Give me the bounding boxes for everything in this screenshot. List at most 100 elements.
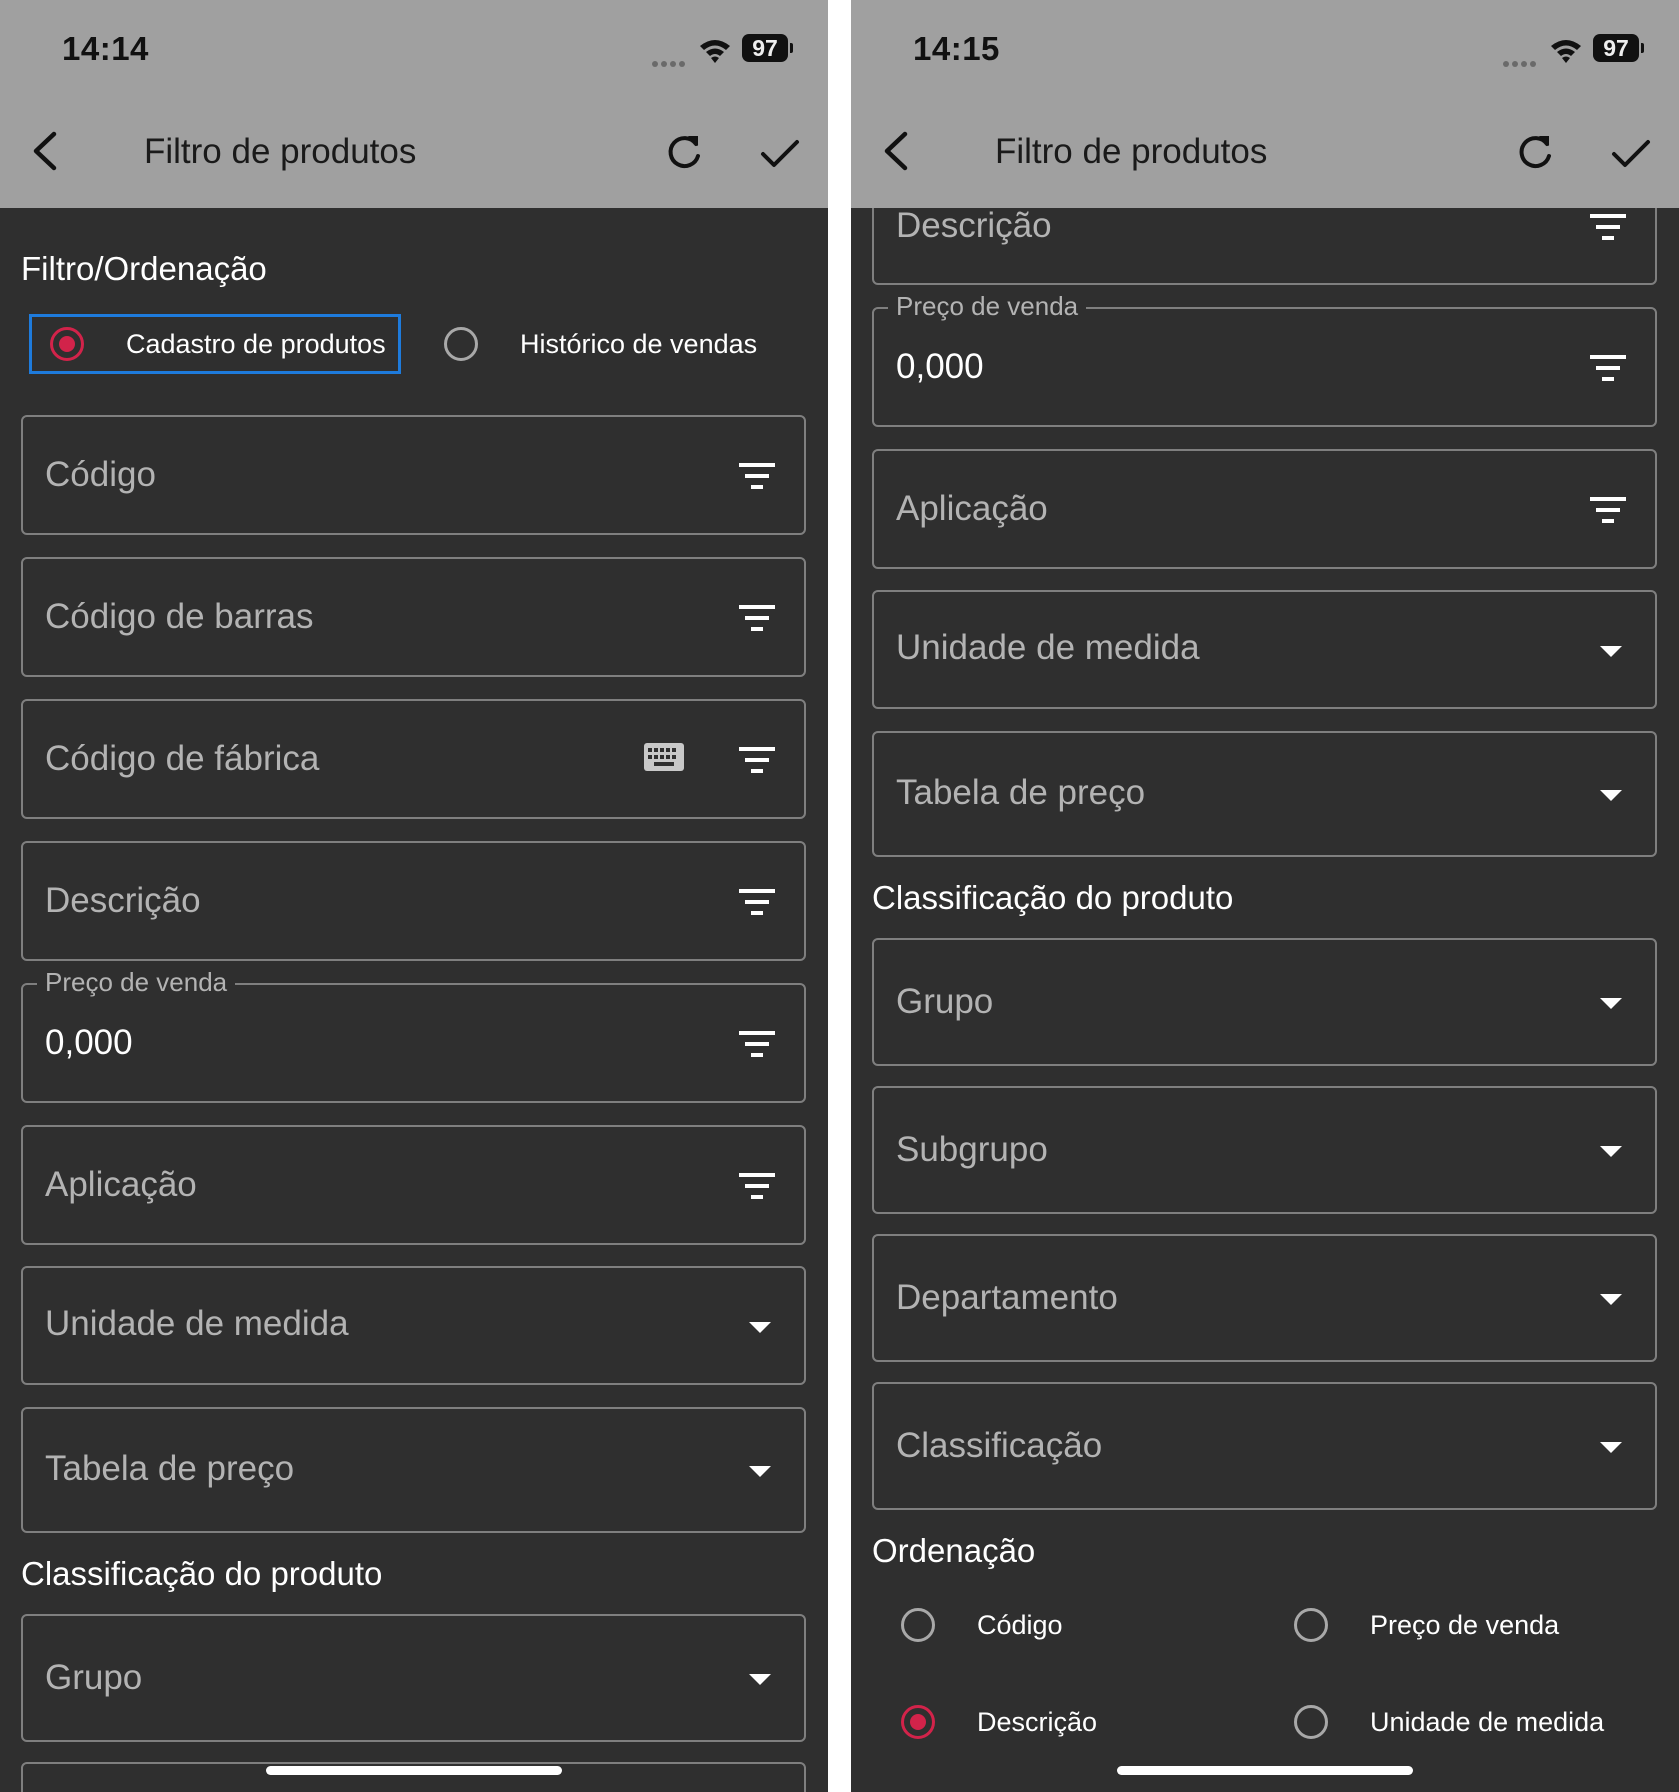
refresh-button[interactable] [1513,130,1557,174]
filter-icon[interactable] [739,1173,775,1201]
section-ordenacao: Ordenação [872,1532,1036,1569]
battery-icon: 97 [742,34,788,62]
sort-radio-codigo[interactable]: Código [901,1608,1063,1642]
filter-icon[interactable] [739,463,775,491]
tabela-preco-dropdown[interactable]: Tabela de preço [872,731,1657,857]
radio-cadastro-produtos[interactable]: Cadastro de produtos [50,327,386,361]
status-time: 14:14 [62,30,149,67]
subgrupo-placeholder: Subgrupo [896,1130,1048,1169]
departamento-placeholder: Departamento [896,1278,1118,1317]
back-button[interactable] [24,126,66,176]
codigo-fabrica-field[interactable]: Código de fábrica [21,699,806,819]
filter-icon[interactable] [1590,214,1626,242]
chevron-down-icon[interactable] [749,1466,771,1478]
unidade-medida-dropdown[interactable]: Unidade de medida [872,590,1657,709]
sort-radio-unidade-medida[interactable]: Unidade de medida [1294,1705,1604,1739]
chevron-down-icon[interactable] [1600,998,1622,1010]
home-indicator [1117,1766,1413,1775]
chevron-down-icon[interactable] [1600,790,1622,802]
codigo-placeholder: Código [45,455,156,494]
unidade-medida-dropdown[interactable]: Unidade de medida [21,1266,806,1385]
unidade-medida-placeholder: Unidade de medida [896,628,1200,667]
radio-unselected-icon[interactable] [1294,1608,1328,1642]
tabela-preco-placeholder: Tabela de preço [896,773,1146,812]
preco-venda-field[interactable]: Preço de venda 0,000 [21,967,806,1103]
battery-icon: 97 [1593,34,1639,62]
app-bar: 14:15 97 Filtro de produtos [851,0,1679,208]
descricao-placeholder: Descrição [45,881,201,920]
app-bar: 14:14 97 Filtro de produtos [0,0,828,208]
codigo-barras-placeholder: Código de barras [45,597,314,636]
page-title: Filtro de produtos [144,132,417,171]
sort-radio-descricao[interactable]: Descrição [901,1705,1097,1739]
preco-venda-value[interactable]: 0,000 [45,1023,133,1063]
chevron-down-icon[interactable] [1600,1294,1622,1306]
filter-icon[interactable] [739,605,775,633]
grupo-dropdown[interactable]: Grupo [872,938,1657,1066]
preco-venda-value[interactable]: 0,000 [896,347,984,387]
radio-unselected-icon[interactable] [444,327,478,361]
chevron-down-icon[interactable] [749,1674,771,1686]
grupo-placeholder: Grupo [896,982,994,1021]
radio-label: Preço de venda [1370,1609,1560,1640]
filter-icon[interactable] [739,747,775,775]
phone-screen-left: 14:14 97 Filtro de produtos Filtro/Orden… [0,0,828,1792]
aplicacao-placeholder: Aplicação [45,1165,197,1204]
confirm-button[interactable] [1609,132,1653,176]
preco-venda-label: Preço de venda [37,967,236,998]
radio-selected-icon[interactable] [901,1705,935,1739]
chevron-down-icon[interactable] [1600,1442,1622,1454]
preco-venda-field[interactable]: Preço de venda 0,000 [872,291,1657,427]
radio-label: Descrição [977,1706,1098,1737]
confirm-button[interactable] [758,132,802,176]
filter-icon[interactable] [1590,355,1626,383]
preco-venda-label: Preço de venda [888,291,1087,322]
tabela-preco-placeholder: Tabela de preço [45,1449,295,1488]
unidade-medida-placeholder: Unidade de medida [45,1304,349,1343]
subgrupo-dropdown[interactable]: Subgrupo [872,1086,1657,1214]
radio-selected-icon[interactable] [50,327,84,361]
descricao-field[interactable]: Descrição [21,841,806,961]
aplicacao-field[interactable]: Aplicação [872,449,1657,569]
battery-cap [1641,43,1644,53]
section-classificacao: Classificação do produto [21,1555,383,1592]
sort-radio-preco-venda[interactable]: Preço de venda [1294,1608,1559,1642]
wifi-icon [700,40,730,63]
wifi-icon [1551,40,1581,63]
filter-icon[interactable] [1590,497,1626,525]
descricao-placeholder: Descrição [896,206,1052,245]
filter-icon[interactable] [739,889,775,917]
grupo-dropdown[interactable]: Grupo [21,1614,806,1742]
phone-screen-right: 14:15 97 Filtro de produtos Descrição Pr… [851,0,1679,1792]
radio-historico-vendas[interactable]: Histórico de vendas [444,327,757,361]
filter-icon[interactable] [739,1031,775,1059]
back-button[interactable] [875,126,917,176]
status-time: 14:15 [913,30,1000,67]
section-classificacao: Classificação do produto [872,879,1234,916]
chevron-down-icon[interactable] [749,1322,771,1334]
radio-label: Código [977,1609,1063,1640]
section-filtro-ordenacao: Filtro/Ordenação [21,250,267,287]
radio-label: Unidade de medida [1370,1706,1605,1737]
codigo-field[interactable]: Código [21,415,806,535]
aplicacao-field[interactable]: Aplicação [21,1125,806,1245]
signal-icon [652,54,692,67]
departamento-dropdown[interactable]: Departamento [872,1234,1657,1362]
chevron-down-icon[interactable] [1600,1146,1622,1158]
classificacao-dropdown[interactable]: Classificação [872,1382,1657,1510]
tabela-preco-dropdown[interactable]: Tabela de preço [21,1407,806,1533]
radio-unselected-icon[interactable] [901,1608,935,1642]
refresh-button[interactable] [662,130,706,174]
codigo-barras-field[interactable]: Código de barras [21,557,806,677]
chevron-down-icon[interactable] [1600,646,1622,658]
battery-cap [790,43,793,53]
grupo-placeholder: Grupo [45,1658,143,1697]
aplicacao-placeholder: Aplicação [896,489,1048,528]
page-title: Filtro de produtos [995,132,1268,171]
radio-label: Histórico de vendas [520,328,758,359]
radio-unselected-icon[interactable] [1294,1705,1328,1739]
codigo-fabrica-placeholder: Código de fábrica [45,739,320,778]
keyboard-icon[interactable] [644,743,684,771]
signal-icon [1503,54,1543,67]
home-indicator [266,1766,562,1775]
